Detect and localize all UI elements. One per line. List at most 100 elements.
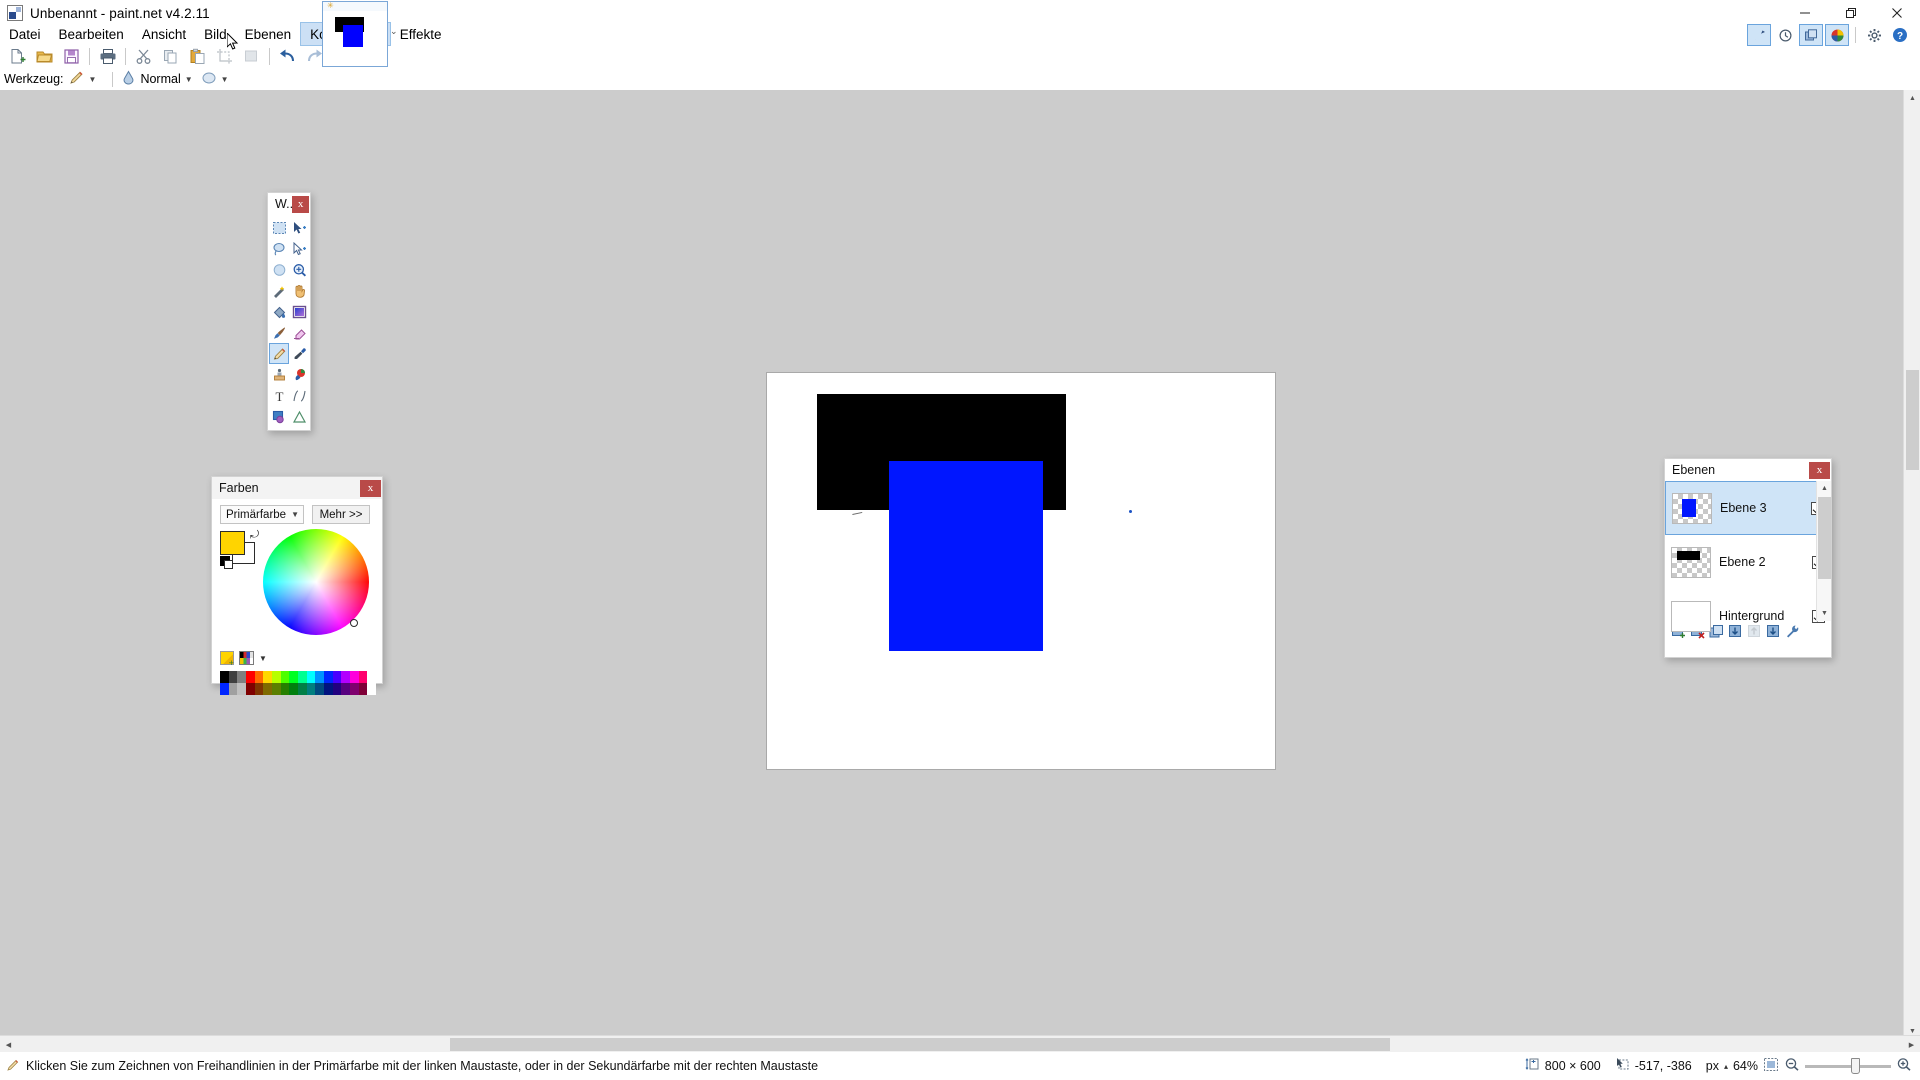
open-icon[interactable] [31, 45, 58, 69]
palette-color-cell[interactable] [237, 683, 246, 695]
palette-color-cell[interactable] [324, 671, 333, 683]
document-thumbnail-strip[interactable]: ✳ [322, 1, 388, 67]
palette-color-cell[interactable] [350, 671, 359, 683]
settings-icon[interactable] [1862, 24, 1886, 46]
antialiasing-icon[interactable] [201, 70, 217, 88]
add-to-palette-icon[interactable] [220, 651, 234, 668]
pencil-tool[interactable] [269, 343, 289, 364]
scroll-down-arrow-icon[interactable]: ▼ [1817, 606, 1832, 621]
palette-color-cell[interactable] [289, 683, 298, 695]
zoom-in-icon[interactable] [1896, 1057, 1912, 1075]
more-colors-button[interactable]: Mehr >> [312, 505, 370, 524]
pencil-icon[interactable] [68, 70, 85, 89]
menu-ebenen[interactable]: Ebenen [236, 22, 301, 46]
tools-window-icon[interactable] [1747, 24, 1771, 46]
blend-dropdown-arrow-icon[interactable]: ▼ [185, 75, 193, 84]
color-palette-strip[interactable] [220, 671, 376, 695]
blend-mode-icon[interactable] [121, 69, 136, 89]
history-window-icon[interactable] [1773, 24, 1797, 46]
menu-effekte[interactable]: Effekte [391, 22, 451, 46]
palette-color-cell[interactable] [332, 683, 342, 695]
paste-icon[interactable] [184, 45, 211, 69]
palette-color-cell[interactable] [332, 671, 342, 683]
zoom-slider-handle[interactable] [1851, 1057, 1860, 1074]
palette-color-cell[interactable] [341, 671, 350, 683]
palette-color-cell[interactable] [228, 683, 238, 695]
line-curve-tool[interactable] [289, 385, 309, 406]
palette-color-cell[interactable] [254, 683, 264, 695]
colors-window-header[interactable]: Farben x [212, 477, 382, 499]
lasso-select-tool[interactable] [269, 238, 289, 259]
clone-stamp-tool[interactable] [269, 364, 289, 385]
table-row[interactable]: Ebene 3 [1665, 481, 1831, 535]
vertical-scroll-thumb[interactable] [1906, 370, 1919, 470]
menu-bearbeiten[interactable]: Bearbeiten [50, 22, 133, 46]
canvas-horizontal-scrollbar[interactable]: ◀ ▶ [0, 1035, 1920, 1052]
palette-color-cell[interactable] [358, 683, 368, 695]
palette-color-cell[interactable] [341, 683, 350, 695]
minimize-button[interactable] [1782, 0, 1828, 26]
document-thumbnail[interactable] [330, 14, 380, 62]
tools-window-header[interactable]: W... x [268, 193, 310, 215]
colors-window[interactable]: Farben x Primärfarbe ▼ Mehr >> ⤾ + ▼ [211, 476, 383, 695]
paintbrush-tool[interactable] [269, 322, 289, 343]
help-icon[interactable]: ? [1888, 24, 1912, 46]
move-layer-up-button[interactable] [1746, 623, 1762, 639]
deselect-icon[interactable] [238, 45, 265, 69]
unit-stepper-icon[interactable]: ▴ [1724, 1062, 1728, 1071]
scroll-up-arrow-icon[interactable]: ▲ [1817, 481, 1832, 496]
image-canvas[interactable] [767, 373, 1275, 769]
new-icon[interactable] [4, 45, 31, 69]
zoom-level-value[interactable]: 64% [1733, 1059, 1758, 1073]
pan-tool[interactable] [289, 280, 309, 301]
text-tool[interactable]: T [269, 385, 289, 406]
maximize-button[interactable] [1828, 0, 1874, 26]
shapes-extra-tool[interactable] [289, 406, 309, 427]
canvas-vertical-scrollbar[interactable]: ▲ ▼ [1903, 90, 1920, 1040]
palette-color-cell[interactable] [263, 683, 272, 695]
palette-color-cell[interactable] [367, 683, 376, 695]
palette-color-cell[interactable] [246, 683, 255, 695]
layers-window-header[interactable]: Ebenen x [1665, 459, 1831, 481]
palette-color-cell[interactable] [254, 671, 264, 683]
layers-list[interactable]: Ebene 3 Ebene 2 Hintergrund ▲ ▼ [1665, 481, 1832, 632]
rectangle-select-tool[interactable] [269, 217, 289, 238]
layers-window-icon[interactable] [1799, 24, 1823, 46]
reset-white-swatch[interactable] [224, 560, 233, 569]
palette-color-cell[interactable] [350, 683, 359, 695]
scroll-right-arrow-icon[interactable]: ▶ [1903, 1036, 1920, 1053]
copy-icon[interactable] [157, 45, 184, 69]
layers-scroll-thumb[interactable] [1818, 497, 1831, 579]
undo-icon[interactable] [274, 45, 301, 69]
palette-color-cell[interactable] [306, 683, 316, 695]
primary-color-swatch[interactable] [220, 531, 245, 555]
menu-datei[interactable]: Datei [0, 22, 50, 46]
magic-wand-tool[interactable] [269, 280, 289, 301]
palette-color-cell[interactable] [289, 671, 298, 683]
chevron-down-icon[interactable]: ▼ [259, 654, 267, 663]
layers-window[interactable]: Ebenen x Ebene 3 Ebene 2 Hintergrund ▲ ▼ [1664, 458, 1832, 658]
gradient-tool[interactable] [289, 301, 309, 322]
table-row[interactable]: Ebene 2 [1665, 535, 1831, 589]
paint-bucket-tool[interactable] [269, 301, 289, 322]
tool-dropdown-arrow-icon[interactable]: ▼ [89, 75, 97, 84]
layers-window-close-button[interactable]: x [1809, 461, 1830, 479]
swap-colors-icon[interactable]: ⤾ [250, 529, 259, 542]
move-selected-tool[interactable] [289, 217, 309, 238]
horizontal-scroll-thumb[interactable] [450, 1038, 1390, 1051]
palette-color-cell[interactable] [324, 683, 333, 695]
palette-color-cell[interactable] [280, 683, 290, 695]
palette-color-cell[interactable] [220, 671, 229, 683]
close-button[interactable] [1874, 0, 1920, 26]
palette-row-1[interactable] [220, 671, 376, 683]
palette-row-2[interactable] [220, 683, 376, 695]
color-picker-tool[interactable] [289, 343, 309, 364]
colors-window-icon[interactable] [1825, 24, 1849, 46]
zoom-out-icon[interactable] [1784, 1057, 1800, 1075]
colors-window-close-button[interactable]: x [360, 479, 381, 497]
palette-color-cell[interactable] [358, 671, 368, 683]
palette-color-cell[interactable] [246, 671, 255, 683]
shapes-tool[interactable] [269, 406, 289, 427]
palette-color-cell[interactable] [367, 671, 376, 683]
fit-to-window-icon[interactable] [1763, 1057, 1779, 1075]
